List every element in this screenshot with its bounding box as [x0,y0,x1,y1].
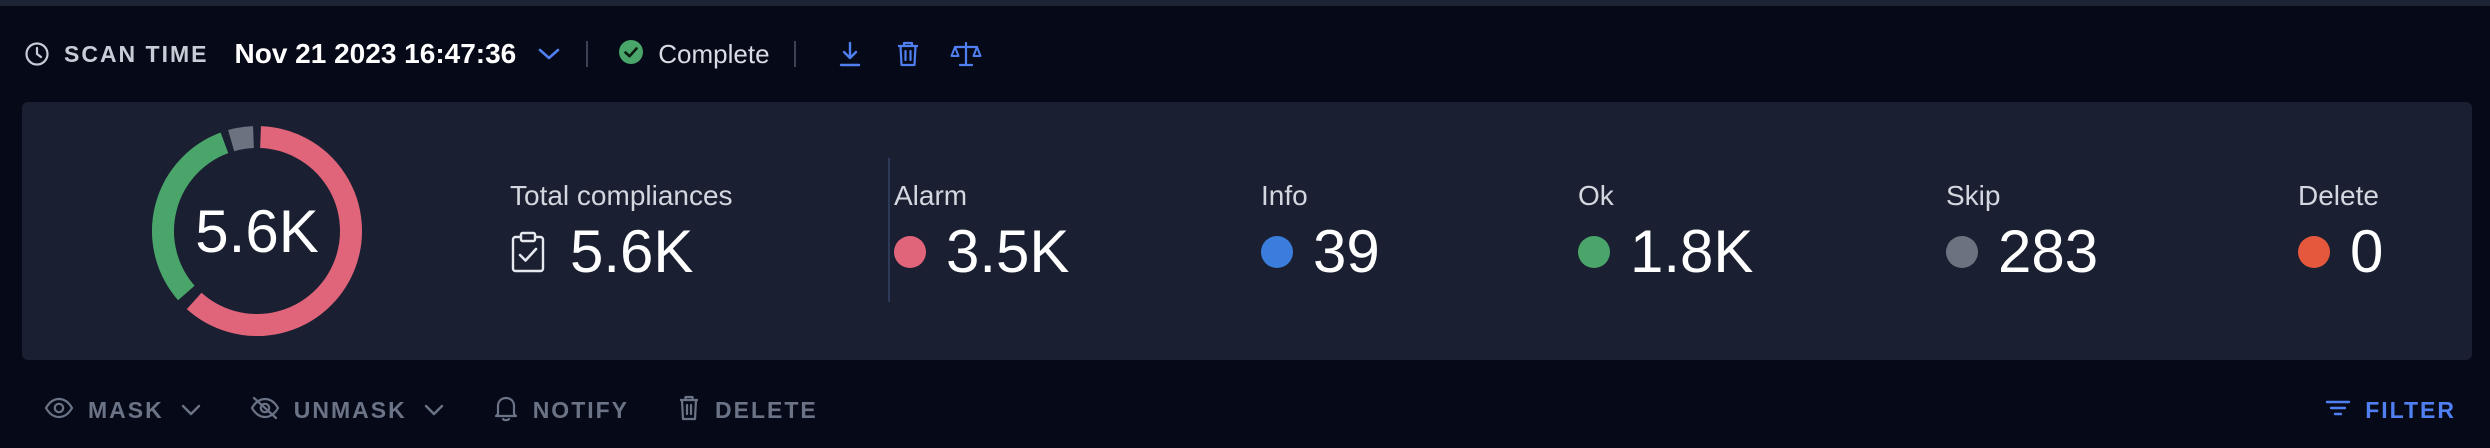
top-border [0,0,2490,6]
stat-total: Total compliances 5.6K [510,180,733,282]
scan-status: Complete [618,38,770,70]
info-dot [1261,236,1293,268]
stat-total-label: Total compliances [510,180,733,211]
alarm-dot [894,236,926,268]
separator [586,41,589,67]
eye-icon [44,397,74,424]
mask-button[interactable]: MASK [44,397,202,424]
trash-icon[interactable] [888,34,928,74]
scan-time-label: SCAN TIME [64,40,209,67]
chevron-down-icon[interactable] [534,39,564,69]
scan-header: SCAN TIME Nov 21 2023 16:47:36 Complete [22,30,986,78]
notify-label: NOTIFY [532,396,630,423]
stat-info-label: Info [1261,180,1308,211]
mask-label: MASK [88,396,164,423]
stat-skip[interactable]: Skip 283 [1946,180,2098,282]
delete-dot [2298,236,2330,268]
bulk-actions-toolbar: MASK UNMASK NOTIFY DELETE [44,390,866,430]
stat-ok[interactable]: Ok 1.8K [1578,180,1753,282]
trash-icon [677,394,701,427]
scan-status-text: Complete [658,38,770,69]
unmask-label: UNMASK [293,396,407,423]
bell-icon [493,394,519,427]
clock-icon [22,39,52,69]
stat-ok-value: 1.8K [1630,218,1754,285]
notify-button[interactable]: NOTIFY [493,394,629,427]
unmask-button[interactable]: UNMASK [250,396,445,425]
chevron-down-icon [180,403,202,417]
chevron-down-icon [423,403,445,417]
filter-label: FILTER [2365,396,2456,423]
stat-ok-label: Ok [1578,180,1614,211]
stat-skip-value: 283 [1998,218,2099,285]
stat-alarm-value: 3.5K [946,218,1070,285]
clipboard-check-icon [510,230,550,274]
stat-info-value: 39 [1313,218,1380,285]
ok-dot [1578,236,1610,268]
stat-alarm-label: Alarm [894,180,968,211]
delete-button[interactable]: DELETE [677,394,818,427]
skip-dot [1946,236,1978,268]
stat-info[interactable]: Info 39 [1261,180,1380,282]
stat-total-value: 5.6K [570,218,694,285]
stat-skip-label: Skip [1946,180,2001,211]
scale-icon[interactable] [946,34,986,74]
filter-button[interactable]: FILTER [2325,390,2456,430]
delete-label: DELETE [715,396,818,423]
stat-delete-label: Delete [2298,180,2379,211]
filter-icon [2325,398,2351,423]
donut-center-value: 5.6K [195,197,319,265]
scan-time-value[interactable]: Nov 21 2023 16:47:36 [235,38,517,70]
separator [793,41,796,67]
stat-delete-value: 0 [2350,218,2384,285]
eye-off-icon [250,396,280,425]
download-icon[interactable] [830,34,870,74]
stat-divider [888,158,890,302]
stat-alarm[interactable]: Alarm 3.5K [894,180,1069,282]
check-circle-icon [618,39,644,70]
stat-delete[interactable]: Delete 0 [2298,180,2383,282]
scan-actions [830,34,986,74]
compliance-summary-card: 5.6K Total compliances 5.6K Alarm 3.5K I… [22,102,2472,360]
